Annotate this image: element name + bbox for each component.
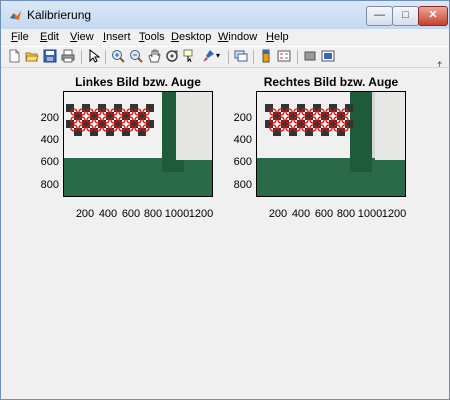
checker-square bbox=[66, 120, 74, 128]
checker-square bbox=[114, 104, 122, 112]
checker-square bbox=[90, 112, 98, 120]
y-tick-label: 200 bbox=[40, 112, 59, 124]
toolbar-separator bbox=[297, 50, 298, 64]
zoom-out-icon[interactable] bbox=[129, 49, 143, 63]
menu-bar: File Edit View Insert Tools Desktop Wind… bbox=[1, 29, 449, 71]
checker-square bbox=[146, 120, 154, 128]
checker-square bbox=[106, 112, 114, 120]
checker-square bbox=[345, 120, 353, 128]
pan-icon[interactable] bbox=[147, 49, 161, 63]
left-image-axes[interactable] bbox=[63, 91, 213, 197]
checker-square bbox=[313, 104, 321, 112]
checker-square bbox=[66, 104, 74, 112]
menu-help[interactable]: Help bbox=[266, 29, 289, 46]
right-camera-image bbox=[257, 92, 405, 196]
print-icon[interactable] bbox=[61, 49, 75, 63]
x-tick-label: 1200 bbox=[381, 208, 407, 220]
rotate-3d-icon[interactable] bbox=[165, 49, 179, 63]
checker-square bbox=[337, 112, 345, 120]
checker-square bbox=[74, 112, 82, 120]
checker-square bbox=[98, 120, 106, 128]
toolbar-separator bbox=[228, 50, 229, 64]
window-title: Kalibrierung bbox=[27, 8, 92, 22]
checker-square bbox=[138, 112, 146, 120]
checker-square bbox=[122, 128, 130, 136]
left-axes-title: Linkes Bild bzw. Auge bbox=[75, 75, 201, 89]
data-cursor-icon[interactable] bbox=[183, 49, 197, 63]
toolbar-separator bbox=[105, 50, 106, 64]
checker-square bbox=[305, 112, 313, 120]
y-tick-label: 600 bbox=[233, 156, 252, 168]
minimize-button[interactable]: — bbox=[366, 6, 393, 26]
checker-square bbox=[74, 128, 82, 136]
insert-colorbar-icon[interactable] bbox=[259, 49, 273, 63]
menu-edit[interactable]: Edit bbox=[40, 29, 59, 46]
maximize-button[interactable]: □ bbox=[392, 6, 419, 26]
menu-file[interactable]: File bbox=[11, 29, 29, 46]
checker-square bbox=[313, 120, 321, 128]
close-button[interactable]: ✕ bbox=[418, 6, 448, 26]
checker-square bbox=[337, 128, 345, 136]
save-icon[interactable] bbox=[43, 49, 57, 63]
checker-square bbox=[273, 128, 281, 136]
checker-square bbox=[138, 128, 146, 136]
checker-square bbox=[265, 104, 273, 112]
left-camera-image bbox=[64, 92, 212, 196]
menu-tools[interactable]: Tools bbox=[139, 29, 165, 46]
checker-square bbox=[297, 120, 305, 128]
toolbar-separator bbox=[253, 50, 254, 64]
matlab-icon bbox=[10, 11, 21, 20]
title-bar[interactable]: Kalibrierung — □ ✕ bbox=[1, 1, 449, 29]
menu-insert[interactable]: Insert bbox=[103, 29, 131, 46]
checker-square bbox=[305, 128, 313, 136]
checker-square bbox=[321, 112, 329, 120]
open-file-icon[interactable] bbox=[25, 49, 39, 63]
checker-square bbox=[329, 104, 337, 112]
edit-plot-icon[interactable] bbox=[87, 49, 101, 63]
menu-desktop[interactable]: Desktop bbox=[171, 29, 211, 46]
new-figure-icon[interactable] bbox=[7, 49, 21, 63]
checker-square bbox=[273, 112, 281, 120]
y-tick-label: 400 bbox=[233, 134, 252, 146]
toolbar-separator bbox=[81, 50, 82, 64]
figure-window: Kalibrierung — □ ✕ File Edit View Insert… bbox=[0, 0, 450, 400]
checker-square bbox=[265, 120, 273, 128]
right-image-axes[interactable] bbox=[256, 91, 406, 197]
checker-square bbox=[321, 128, 329, 136]
checker-square bbox=[345, 104, 353, 112]
checker-square bbox=[82, 120, 90, 128]
y-tick-label: 200 bbox=[233, 112, 252, 124]
brush-icon[interactable] bbox=[201, 49, 215, 63]
checker-square bbox=[90, 128, 98, 136]
y-tick-label: 800 bbox=[40, 179, 59, 191]
zoom-in-icon[interactable] bbox=[111, 49, 125, 63]
checker-square bbox=[297, 104, 305, 112]
right-axes-title: Rechtes Bild bzw. Auge bbox=[263, 75, 399, 89]
checker-square bbox=[106, 128, 114, 136]
figure-toolbar: ▾ bbox=[1, 46, 449, 68]
checker-square bbox=[130, 104, 138, 112]
checker-square bbox=[281, 120, 289, 128]
show-plot-tools-icon[interactable] bbox=[321, 49, 335, 63]
checker-square bbox=[98, 104, 106, 112]
checker-square bbox=[329, 120, 337, 128]
y-tick-label: 400 bbox=[40, 134, 59, 146]
y-tick-label: 600 bbox=[40, 156, 59, 168]
y-tick-label: 800 bbox=[233, 179, 252, 191]
checker-square bbox=[289, 128, 297, 136]
insert-legend-icon[interactable] bbox=[277, 49, 291, 63]
brush-dropdown-icon[interactable]: ▾ bbox=[216, 51, 224, 65]
checker-square bbox=[114, 120, 122, 128]
checker-square bbox=[146, 104, 154, 112]
checker-square bbox=[130, 120, 138, 128]
checker-square bbox=[122, 112, 130, 120]
menu-view[interactable]: View bbox=[70, 29, 94, 46]
checker-square bbox=[281, 104, 289, 112]
checker-square bbox=[289, 112, 297, 120]
x-tick-label: 1200 bbox=[188, 208, 214, 220]
hide-plot-tools-icon[interactable] bbox=[303, 49, 317, 63]
menu-window[interactable]: Window bbox=[218, 29, 257, 46]
link-plot-icon[interactable] bbox=[234, 49, 248, 63]
checker-square bbox=[82, 104, 90, 112]
